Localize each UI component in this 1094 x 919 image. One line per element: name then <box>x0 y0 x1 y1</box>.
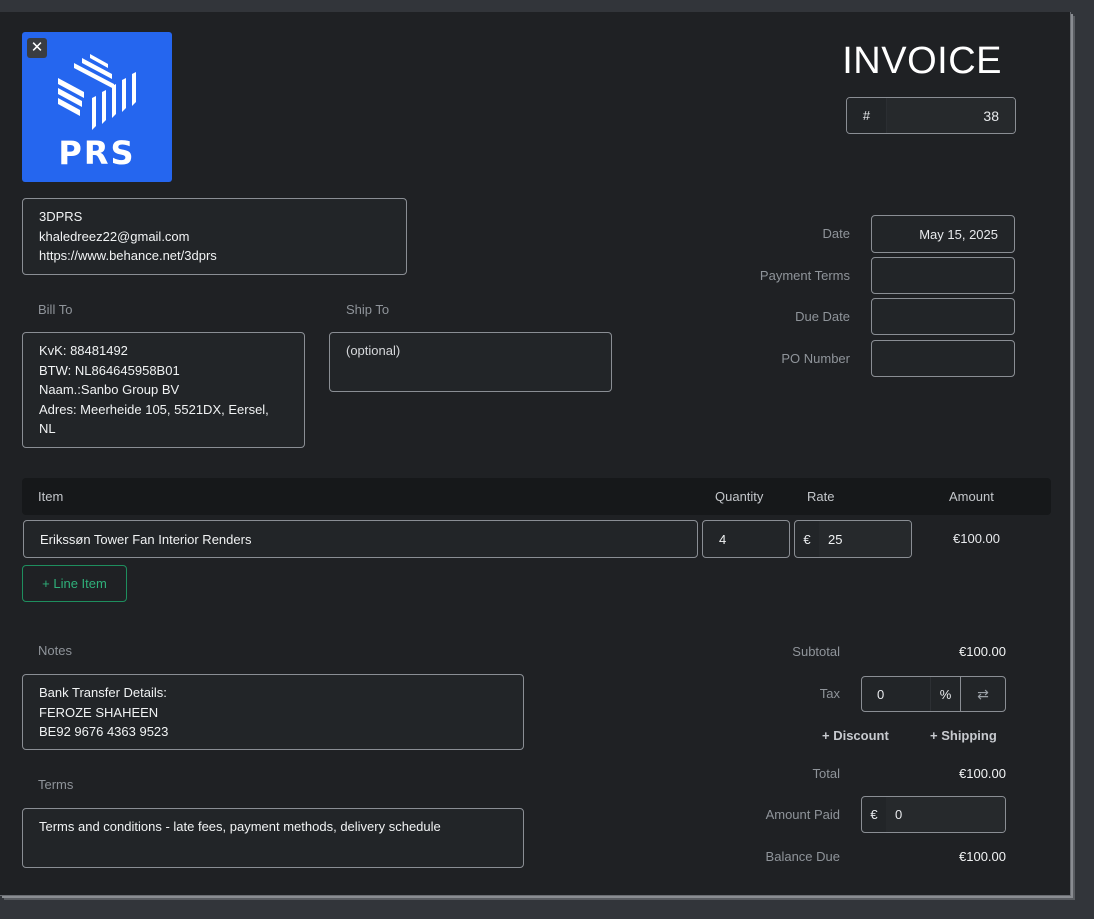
notes-line: BE92 9676 4363 9523 <box>39 724 169 739</box>
from-field[interactable]: 3DPRS khaledreez22@gmail.com https://www… <box>22 198 407 275</box>
terms-label: Terms <box>38 777 74 792</box>
po-number-label: PO Number <box>781 351 850 366</box>
from-line: khaledreez22@gmail.com <box>39 228 190 244</box>
from-line: https://www.behance.net/3dprs <box>39 248 217 263</box>
amount-paid-input[interactable]: 0 <box>886 797 1005 832</box>
ship-to-label: Ship To <box>346 302 390 317</box>
notes-field[interactable]: Bank Transfer Details: FEROZE SHAHEEN BE… <box>22 674 524 750</box>
quantity-header: Quantity <box>715 489 764 504</box>
notes-line: Bank Transfer Details: <box>39 685 167 700</box>
balance-due-value: €100.00 <box>959 849 1006 864</box>
item-amount: €100.00 <box>953 531 1000 546</box>
bill-to-line: KvK: 88481492 <box>39 343 128 358</box>
item-header: Item <box>38 489 64 504</box>
terms-field[interactable]: Terms and conditions - late fees, paymen… <box>22 808 524 868</box>
amount-paid-currency: € <box>870 807 878 822</box>
payment-terms-input[interactable] <box>871 257 1015 294</box>
invoice-number-input[interactable]: 38 <box>887 98 1015 133</box>
amount-paid-label: Amount Paid <box>765 807 840 822</box>
company-logo[interactable]: PRS ✕ <box>22 32 172 182</box>
add-discount-button[interactable]: + Discount <box>822 728 889 743</box>
ship-to-field[interactable]: (optional) <box>329 332 612 392</box>
ship-to-placeholder: (optional) <box>346 343 401 358</box>
amount-paid-field[interactable]: € 0 <box>861 796 1006 833</box>
tax-percent-unit: % <box>930 677 960 711</box>
tax-field[interactable]: 0 % ⇄ <box>861 676 1006 712</box>
po-number-input[interactable] <box>871 340 1015 377</box>
notes-label: Notes <box>38 643 72 658</box>
total-label: Total <box>812 766 840 781</box>
invoice-title: INVOICE <box>842 40 1002 82</box>
rate-currency: € <box>803 531 811 547</box>
from-line: 3DPRS <box>39 209 83 224</box>
date-label: Date <box>822 226 850 241</box>
balance-due-label: Balance Due <box>765 849 840 864</box>
subtotal-label: Subtotal <box>792 644 840 659</box>
add-line-item-button[interactable]: + Line Item <box>22 565 127 602</box>
subtotal-value: €100.00 <box>959 644 1006 659</box>
items-header: Item Quantity Rate Amount <box>22 478 1051 515</box>
notes-line: FEROZE SHAHEEN <box>39 704 159 720</box>
invoice-sheet: PRS ✕ INVOICE # 38 3DPRS khaledreez22@gm… <box>0 12 1071 896</box>
due-date-input[interactable] <box>871 298 1015 335</box>
item-description-input[interactable]: Erikssøn Tower Fan Interior Renders <box>23 520 698 558</box>
bill-to-line: Naam.:Sanbo Group BV <box>39 382 180 397</box>
hash-prefix: # <box>847 98 887 133</box>
terms-text: Terms and conditions - late fees, paymen… <box>39 819 441 834</box>
add-shipping-button[interactable]: + Shipping <box>930 728 997 743</box>
remove-logo-icon[interactable]: ✕ <box>27 38 47 58</box>
rate-header: Rate <box>807 489 835 504</box>
invoice-number-field[interactable]: # 38 <box>846 97 1016 134</box>
total-value: €100.00 <box>959 766 1006 781</box>
swap-tax-type-icon[interactable]: ⇄ <box>960 677 1005 711</box>
date-input[interactable]: May 15, 2025 <box>871 215 1015 253</box>
amount-header: Amount <box>949 489 994 504</box>
bill-to-field[interactable]: KvK: 88481492 BTW: NL864645958B01 Naam.:… <box>22 332 305 448</box>
logo-cube-icon <box>58 54 136 130</box>
bill-to-line: BTW: NL864645958B01 <box>39 362 180 378</box>
item-quantity-input[interactable]: 4 <box>702 520 790 558</box>
bill-to-line: Adres: Meerheide 105, 5521DX, Eersel, <box>39 401 269 417</box>
tax-input[interactable]: 0 <box>862 677 930 711</box>
due-date-label: Due Date <box>795 309 850 324</box>
bill-to-line: NL <box>39 421 56 436</box>
logo-text: PRS <box>58 134 136 172</box>
tax-label: Tax <box>819 686 840 701</box>
bill-to-label: Bill To <box>38 302 73 317</box>
item-rate-input[interactable]: 25 <box>819 521 911 557</box>
item-rate-field[interactable]: € 25 <box>794 520 912 558</box>
payment-terms-label: Payment Terms <box>759 268 850 283</box>
